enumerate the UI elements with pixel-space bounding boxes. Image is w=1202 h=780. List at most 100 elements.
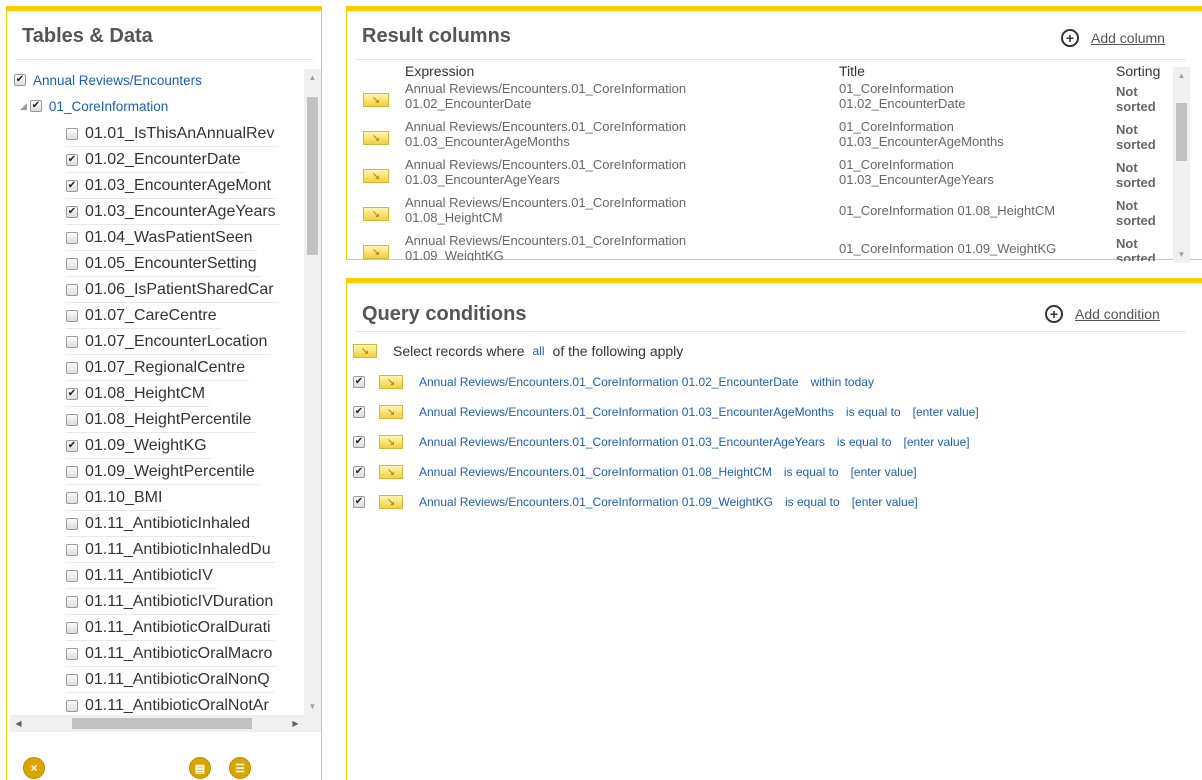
collapse-triangle-icon[interactable]: ◢ (20, 101, 27, 112)
field-item[interactable]: 01.07_EncounterLocation (66, 329, 272, 355)
checkbox[interactable]: ✔ (66, 439, 78, 452)
checkbox[interactable] (66, 361, 78, 374)
title-cell[interactable]: 01_CoreInformation 01.08_HeightCM (839, 203, 1109, 218)
tree-group-item[interactable]: ◢ ✔ 01_CoreInformation (20, 95, 168, 117)
field-item[interactable]: 01.11_AntibioticOralNotAr (66, 693, 273, 715)
table-view-button[interactable]: ▤ (189, 757, 211, 779)
condition-row[interactable]: ✔ ↘ Annual Reviews/Encounters.01_CoreInfor… (353, 495, 918, 509)
checkbox[interactable] (66, 257, 78, 270)
sorting-cell[interactable]: Not sorted (1116, 236, 1164, 261)
checkbox[interactable] (66, 231, 78, 244)
checkbox[interactable]: ✔ (66, 179, 78, 192)
field-item[interactable]: 01.01_IsThisAnAnnualRev (66, 121, 279, 147)
condition-field-link[interactable]: Annual Reviews/Encounters.01_CoreInforma… (419, 465, 772, 479)
table-row[interactable]: ↘ Annual Reviews/Encounters.01_CoreInform… (359, 119, 1171, 157)
sorting-cell[interactable]: Not sorted (1116, 122, 1164, 152)
menu-arrow-icon[interactable]: ↘ (363, 207, 389, 221)
title-cell[interactable]: 01_CoreInformation 01.03_EncounterAgeYear… (839, 157, 1109, 187)
tree-vertical-scrollbar[interactable]: ▲ ▼ (304, 69, 321, 715)
scroll-down-icon[interactable]: ▼ (1173, 246, 1190, 263)
add-condition-link[interactable]: Add condition (1075, 306, 1160, 322)
table-row[interactable]: ↘ Annual Reviews/Encounters.01_CoreInform… (359, 195, 1171, 233)
condition-value-link[interactable]: [enter value] (851, 465, 917, 479)
condition-row[interactable]: ✔ ↘ Annual Reviews/Encounters.01_CoreInfor… (353, 465, 917, 479)
scroll-thumb[interactable] (72, 718, 252, 729)
result-columns-scrollbar[interactable]: ▲ ▼ (1173, 67, 1190, 263)
field-item[interactable]: 01.11_AntibioticInhaledDu (66, 537, 275, 563)
list-view-button[interactable]: ☰ (229, 757, 251, 779)
condition-field-link[interactable]: Annual Reviews/Encounters.01_CoreInforma… (419, 495, 773, 509)
field-item[interactable]: 01.11_AntibioticOralMacro (66, 641, 277, 667)
menu-arrow-icon[interactable]: ↘ (363, 169, 389, 183)
checkbox[interactable] (66, 621, 78, 634)
checkbox[interactable] (66, 569, 78, 582)
checkbox[interactable] (66, 543, 78, 556)
field-item[interactable]: 01.07_CareCentre (66, 303, 221, 329)
condition-operator-link[interactable]: is equal to (785, 495, 840, 509)
checkbox[interactable] (66, 699, 78, 712)
condition-checkbox[interactable]: ✔ (353, 496, 365, 508)
condition-checkbox[interactable]: ✔ (353, 376, 365, 388)
condition-checkbox[interactable]: ✔ (353, 436, 365, 448)
table-row[interactable]: ↘ Annual Reviews/Encounters.01_CoreInform… (359, 81, 1171, 119)
checkbox[interactable]: ✔ (14, 74, 26, 86)
checkbox[interactable] (66, 673, 78, 686)
checkbox[interactable] (66, 309, 78, 322)
condition-checkbox[interactable]: ✔ (353, 406, 365, 418)
menu-arrow-icon[interactable]: ↘ (379, 405, 403, 419)
condition-operator-link[interactable]: is equal to (784, 465, 839, 479)
field-item[interactable]: ✔ 01.03_EncounterAgeYears (66, 199, 280, 225)
checkbox[interactable]: ✔ (66, 153, 78, 166)
scroll-down-icon[interactable]: ▼ (304, 698, 321, 715)
checkbox[interactable] (66, 335, 78, 348)
field-item[interactable]: 01.09_WeightPercentile (66, 459, 259, 485)
checkbox[interactable] (66, 517, 78, 530)
menu-arrow-icon[interactable]: ↘ (379, 495, 403, 509)
menu-arrow-icon[interactable]: ↘ (363, 245, 389, 259)
scroll-thumb[interactable] (307, 97, 318, 255)
field-item[interactable]: ✔ 01.03_EncounterAgeMont (66, 173, 275, 199)
plus-circle-icon[interactable]: + (1061, 29, 1079, 47)
tree-group-label[interactable]: 01_CoreInformation (49, 99, 168, 114)
field-item[interactable]: 01.11_AntibioticInhaled (66, 511, 255, 537)
tree-root-item[interactable]: ✔ Annual Reviews/Encounters (14, 69, 202, 91)
quantifier-link[interactable]: all (533, 344, 545, 358)
add-column-button[interactable]: + Add column (1061, 29, 1165, 47)
checkbox[interactable]: ✔ (66, 205, 78, 218)
field-item[interactable]: ✔ 01.02_EncounterDate (66, 147, 245, 173)
add-column-link[interactable]: Add column (1091, 30, 1165, 46)
condition-row[interactable]: ✔ ↘ Annual Reviews/Encounters.01_CoreInfor… (353, 435, 970, 449)
checkbox[interactable] (66, 491, 78, 504)
checkbox[interactable] (66, 465, 78, 478)
condition-value-link[interactable]: [enter value] (904, 435, 970, 449)
add-condition-button[interactable]: + Add condition (1045, 305, 1160, 323)
menu-arrow-icon[interactable]: ↘ (353, 344, 377, 358)
menu-arrow-icon[interactable]: ↘ (379, 435, 403, 449)
sorting-cell[interactable]: Not sorted (1116, 160, 1164, 190)
field-item[interactable]: 01.10_BMI (66, 485, 167, 511)
checkbox[interactable] (66, 127, 78, 140)
checkbox[interactable] (66, 595, 78, 608)
condition-checkbox[interactable]: ✔ (353, 466, 365, 478)
title-cell[interactable]: 01_CoreInformation 01.03_EncounterAgeMont… (839, 119, 1109, 149)
condition-value-link[interactable]: [enter value] (913, 405, 979, 419)
sorting-cell[interactable]: Not sorted (1116, 84, 1164, 114)
field-item[interactable]: 01.07_RegionalCentre (66, 355, 250, 381)
field-item[interactable]: 01.11_AntibioticIV (66, 563, 217, 589)
menu-arrow-icon[interactable]: ↘ (379, 375, 403, 389)
condition-field-link[interactable]: Annual Reviews/Encounters.01_CoreInforma… (419, 375, 799, 389)
condition-field-link[interactable]: Annual Reviews/Encounters.01_CoreInforma… (419, 405, 834, 419)
plus-circle-icon[interactable]: + (1045, 305, 1063, 323)
field-item[interactable]: 01.04_WasPatientSeen (66, 225, 257, 251)
tree-horizontal-scrollbar[interactable]: ◀ ▶ (10, 715, 304, 732)
scroll-thumb[interactable] (1176, 103, 1187, 161)
field-item[interactable]: 01.08_HeightPercentile (66, 407, 256, 433)
table-row[interactable]: ↘ Annual Reviews/Encounters.01_CoreInform… (359, 233, 1171, 261)
condition-operator-link[interactable]: is equal to (837, 435, 892, 449)
sorting-cell[interactable]: Not sorted (1116, 198, 1164, 228)
checkbox[interactable] (66, 413, 78, 426)
menu-arrow-icon[interactable]: ↘ (379, 465, 403, 479)
scroll-right-icon[interactable]: ▶ (287, 715, 304, 732)
table-row[interactable]: ↘ Annual Reviews/Encounters.01_CoreInform… (359, 157, 1171, 195)
condition-field-link[interactable]: Annual Reviews/Encounters.01_CoreInforma… (419, 435, 825, 449)
